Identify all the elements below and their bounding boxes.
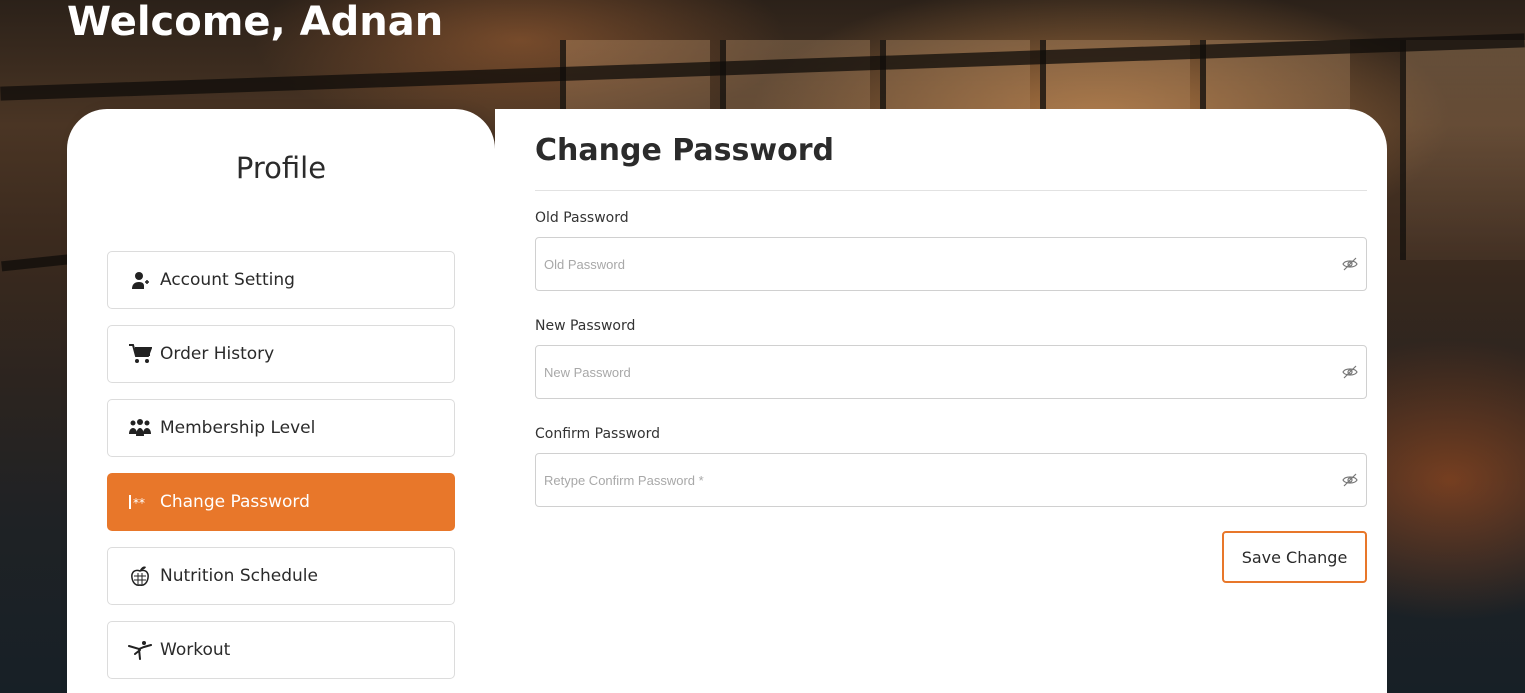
new-password-field-wrapper — [535, 345, 1367, 399]
profile-sidebar: Profile Account Setting Order History Me… — [67, 109, 495, 693]
save-change-button[interactable]: Save Change — [1222, 531, 1367, 583]
eye-slash-icon[interactable] — [1342, 472, 1358, 488]
sidebar-item-label: Order History — [160, 344, 275, 364]
old-password-input[interactable] — [536, 238, 1316, 290]
old-password-label: Old Password — [535, 210, 629, 226]
sidebar-item-nutrition-schedule[interactable]: Nutrition Schedule — [107, 547, 455, 605]
group-icon — [128, 416, 152, 440]
sidebar-item-workout[interactable]: Workout — [107, 621, 455, 679]
sidebar-item-label: Workout — [160, 640, 231, 660]
cart-icon — [128, 342, 152, 366]
old-password-field-wrapper — [535, 237, 1367, 291]
user-plus-icon — [128, 268, 152, 292]
sidebar-item-change-password[interactable]: ** Change Password — [107, 473, 455, 531]
sidebar-item-account-setting[interactable]: Account Setting — [107, 251, 455, 309]
new-password-input[interactable] — [536, 346, 1316, 398]
sidebar-item-label: Account Setting — [160, 270, 295, 290]
sidebar-item-label: Nutrition Schedule — [160, 566, 318, 586]
welcome-heading: Welcome, Adnan — [67, 0, 444, 45]
password-icon: ** — [128, 490, 152, 514]
eye-slash-icon[interactable] — [1342, 256, 1358, 272]
page-title: Change Password — [535, 133, 834, 168]
confirm-password-field-wrapper — [535, 453, 1367, 507]
svg-text:**: ** — [133, 496, 145, 510]
sidebar-item-label: Change Password — [160, 492, 310, 512]
divider — [535, 190, 1367, 191]
sidebar-title: Profile — [235, 151, 327, 185]
new-password-label: New Password — [535, 318, 636, 334]
eye-slash-icon[interactable] — [1342, 364, 1358, 380]
sidebar-item-label: Membership Level — [160, 418, 316, 438]
confirm-password-input[interactable] — [536, 454, 1316, 506]
change-password-panel: Change Password Old Password New Passwor… — [495, 109, 1387, 693]
workout-icon — [128, 638, 152, 662]
sidebar-item-order-history[interactable]: Order History — [107, 325, 455, 383]
window-pane — [1400, 40, 1525, 260]
sidebar-item-membership-level[interactable]: Membership Level — [107, 399, 455, 457]
confirm-password-label: Confirm Password — [535, 426, 661, 442]
apple-icon — [128, 564, 152, 588]
